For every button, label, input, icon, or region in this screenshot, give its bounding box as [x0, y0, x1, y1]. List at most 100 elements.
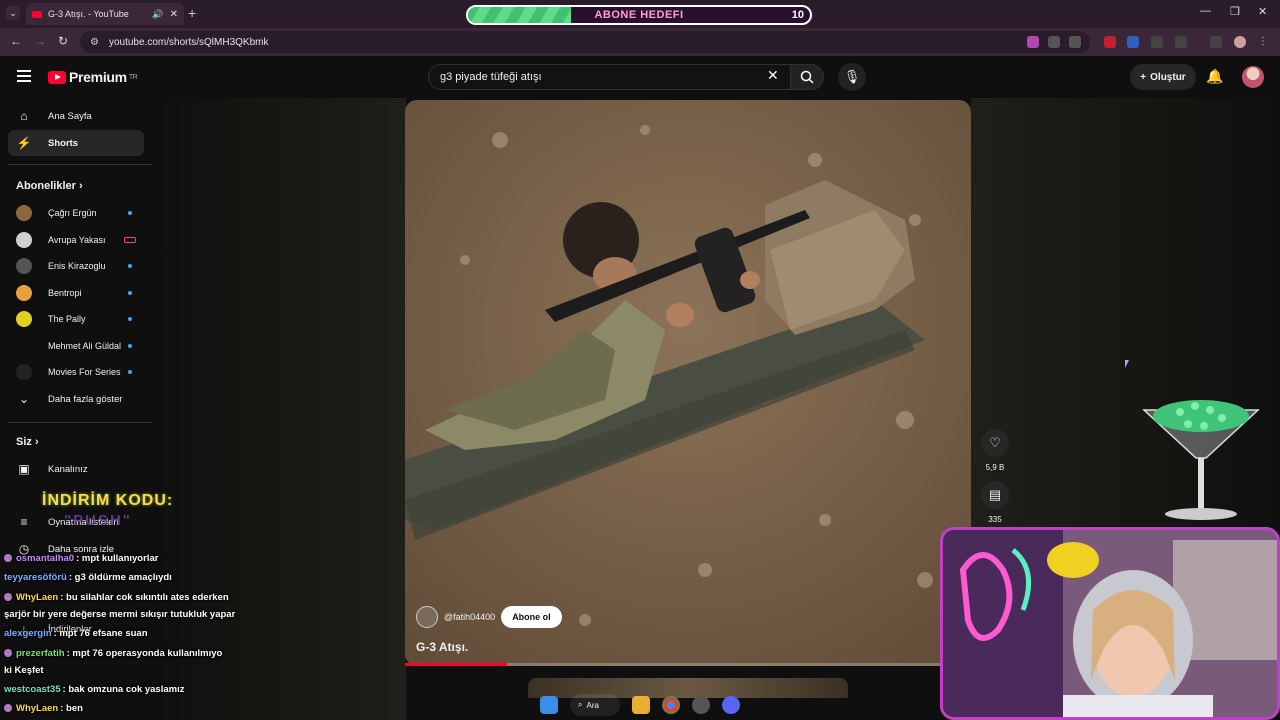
chrome-icon[interactable]: [662, 696, 680, 714]
shorts-icon: ⚡: [16, 136, 32, 150]
promo-code: "PUSH": [64, 512, 132, 529]
divider: [8, 422, 152, 423]
app-icon[interactable]: [692, 696, 710, 714]
comments-button[interactable]: ▤: [981, 481, 1009, 509]
chat-badge-icon: [4, 649, 12, 657]
channel-row: @fatih04400 Abone ol: [416, 606, 562, 628]
tab-search-icon[interactable]: ⌄: [6, 6, 20, 20]
address-bar-row: ← → ↻ ⚙ youtube.com/shorts/sQlMH3QKbmk ⋮: [0, 28, 1280, 56]
subscription-item[interactable]: The Pally: [8, 306, 144, 332]
chat-text: : mpt 76 operasyonda kullanılmıyo: [66, 648, 223, 659]
new-content-dot: [128, 317, 132, 321]
playlist-icon: ≡: [20, 515, 28, 529]
subscription-item[interactable]: Movies For Series: [8, 359, 144, 385]
comment-icon: ▤: [988, 487, 1002, 502]
chat-user: prezerfatih: [16, 648, 65, 659]
chat-text: : mpt kullanıyorlar: [76, 553, 159, 564]
divider: [8, 164, 152, 165]
chat-message: prezerfatih: mpt 76 operasyonda kullanıl…: [4, 648, 222, 659]
sidebar-item-shorts[interactable]: ⚡ Shorts: [8, 130, 144, 156]
maximize-icon[interactable]: ❐: [1230, 5, 1240, 18]
subscription-item[interactable]: Enis Kirazoglu: [8, 253, 144, 279]
chat-text: ki Keşfet: [4, 665, 44, 676]
menu-icon[interactable]: [17, 70, 31, 85]
chat-text: : mpt 76 efsane suan: [53, 628, 148, 639]
chat-message: osmantalha0: mpt kullanıyorlar: [4, 553, 158, 564]
discord-icon[interactable]: [722, 696, 740, 714]
star-icon[interactable]: [1069, 36, 1081, 48]
chat-message: alexgergin: mpt 76 efsane suan: [4, 628, 148, 639]
subscription-item[interactable]: Avrupa Yakası: [8, 227, 144, 253]
channel-name[interactable]: @fatih04400: [444, 612, 495, 622]
youtube-logo[interactable]: Premium TR: [48, 69, 138, 85]
windows-start-icon[interactable]: [540, 696, 558, 714]
extension-icon[interactable]: [1127, 36, 1139, 48]
plus-icon: +: [1140, 71, 1147, 83]
url-field[interactable]: ⚙ youtube.com/shorts/sQlMH3QKbmk: [80, 31, 1090, 53]
puzzle-icon[interactable]: [1175, 36, 1187, 48]
subscription-item[interactable]: Mehmet Ali Güldal: [8, 333, 144, 359]
subscription-label: The Pally: [48, 314, 86, 324]
clear-search-icon[interactable]: ✕: [767, 67, 779, 84]
reload-icon[interactable]: ↻: [58, 34, 68, 48]
video-title: G-3 Atışı.: [416, 640, 469, 654]
microphone-icon[interactable]: 🎙: [838, 63, 866, 91]
like-count: 5,9 B: [985, 463, 1005, 472]
browser-tab[interactable]: G-3 Atışı. - YouTube 🔊 ✕: [26, 3, 184, 25]
cast-icon[interactable]: [1027, 36, 1039, 48]
background-left: [156, 98, 406, 720]
new-content-dot: [128, 291, 132, 295]
home-icon: ⌂: [20, 109, 28, 123]
video-progress-bar[interactable]: [405, 663, 971, 666]
subscription-item[interactable]: Bentropi: [8, 280, 144, 306]
create-label: Oluştur: [1150, 71, 1186, 83]
subscriber-goal-overlay: ABONE HEDEFI 10: [466, 5, 812, 25]
speaker-icon[interactable]: 🔊: [152, 9, 163, 20]
back-icon[interactable]: ←: [10, 34, 22, 48]
new-tab-icon[interactable]: +: [188, 5, 196, 21]
search-button[interactable]: [790, 64, 824, 90]
minimize-icon[interactable]: —: [1200, 5, 1211, 17]
browser-menu-icon[interactable]: ⋮: [1258, 36, 1270, 48]
site-info-icon[interactable]: ⚙: [90, 37, 99, 48]
forward-icon[interactable]: →: [34, 34, 46, 48]
taskbar-search[interactable]: ⌕ Ara: [570, 694, 620, 716]
create-button[interactable]: + Oluştur: [1130, 64, 1196, 90]
sidebar-item-home[interactable]: ⌂ Ana Sayfa: [8, 103, 144, 129]
show-more-label: Daha fazla göster: [48, 393, 123, 405]
search-input[interactable]: g3 piyade tüfeği atışı: [428, 64, 790, 90]
browser-tab-bar: ⌄ G-3 Atışı. - YouTube 🔊 ✕ + ABONE HEDEF…: [0, 0, 1280, 28]
tab-close-icon[interactable]: ✕: [170, 9, 178, 20]
subscription-label: Movies For Series: [48, 367, 121, 377]
subscriptions-title[interactable]: Abonelikler ›: [16, 180, 83, 192]
reading-list-icon[interactable]: [1210, 36, 1222, 48]
user-box-icon: ▣: [18, 462, 30, 476]
account-avatar[interactable]: [1242, 66, 1264, 88]
file-explorer-icon[interactable]: [632, 696, 650, 714]
chat-message: ki Keşfet: [4, 665, 44, 676]
new-content-dot: [128, 211, 132, 215]
like-button[interactable]: ♡: [981, 429, 1009, 457]
channel-avatar: [16, 205, 32, 221]
shorts-video-player[interactable]: [405, 100, 971, 666]
chat-text: : bu silahlar cok sıkıntılı ates ederken: [60, 592, 229, 603]
sidebar-item-channel[interactable]: ▣ Kanalınız: [8, 456, 144, 482]
window-close-icon[interactable]: ✕: [1258, 5, 1267, 18]
search-icon: ⌕: [578, 700, 583, 709]
youtube-favicon-icon: [32, 10, 42, 18]
subscription-item[interactable]: Çağrı Ergün: [8, 200, 144, 226]
subscription-label: Avrupa Yakası: [48, 235, 106, 245]
extension-icon[interactable]: [1151, 36, 1163, 48]
extension-icon[interactable]: [1104, 36, 1116, 48]
eye-off-icon[interactable]: [1048, 36, 1060, 48]
channel-avatar[interactable]: [416, 606, 438, 628]
notifications-icon[interactable]: 🔔: [1206, 68, 1223, 85]
show-more-button[interactable]: ⌄ Daha fazla göster: [8, 386, 144, 412]
subscribe-button[interactable]: Abone ol: [501, 606, 562, 628]
taskbar-search-label: Ara: [586, 700, 599, 710]
tab-title: G-3 Atışı. - YouTube: [48, 9, 129, 19]
profile-icon[interactable]: [1234, 36, 1246, 48]
you-title[interactable]: Siz ›: [16, 436, 39, 448]
search-icon: [800, 70, 814, 84]
video-frame: [405, 100, 971, 666]
